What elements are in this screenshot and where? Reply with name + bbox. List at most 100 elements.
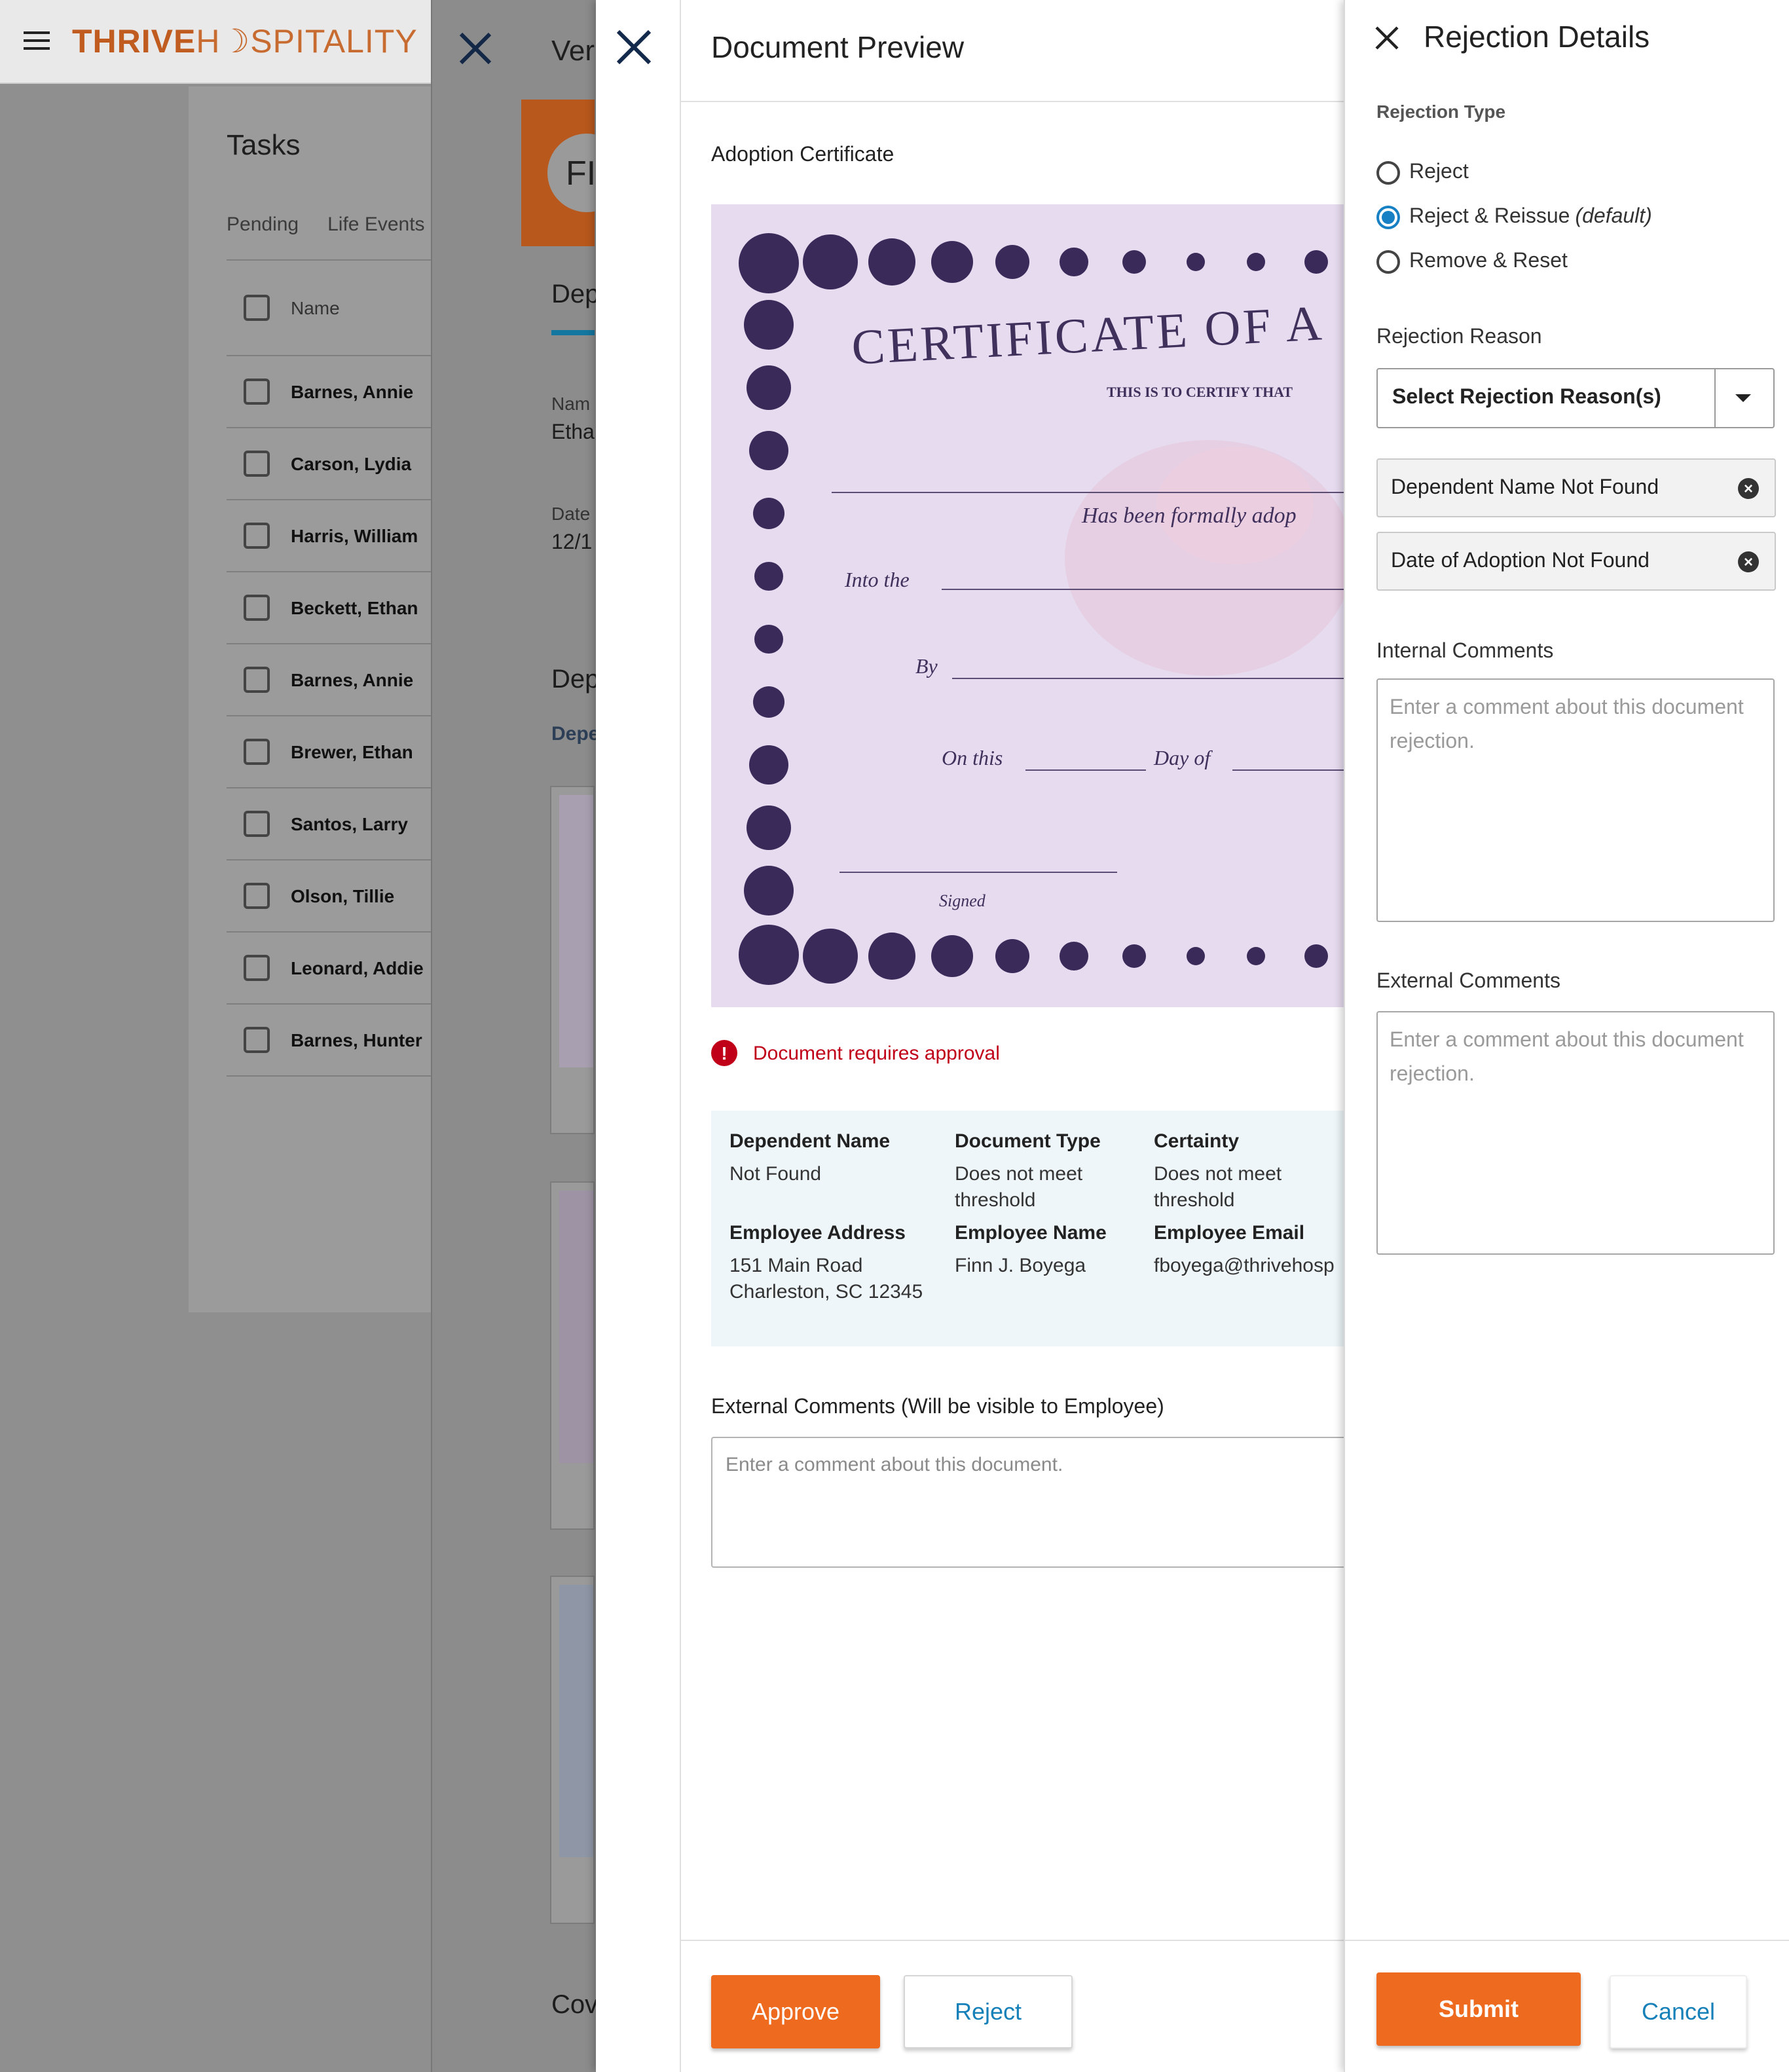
internal-comments-label: Internal Comments <box>1376 640 1554 663</box>
reason-chip: Date of Adoption Not Found × <box>1376 532 1776 591</box>
rejection-reason-select[interactable]: Select Rejection Reason(s) <box>1376 368 1775 428</box>
certificate-line: By <box>915 654 938 678</box>
brand-logo: THRIVEH☽SPITALITY <box>72 24 418 60</box>
table-row[interactable]: Barnes, Hunter <box>227 1003 431 1075</box>
table-row[interactable]: Santos, Larry <box>227 787 431 859</box>
radio-selected-icon <box>1376 206 1400 229</box>
radio-icon <box>1376 250 1400 274</box>
radio-reject[interactable]: Reject <box>1376 161 1469 185</box>
radio-label: Reject <box>1409 161 1469 183</box>
external-comments-input[interactable] <box>1376 1011 1775 1255</box>
external-comments-input[interactable] <box>711 1437 1366 1568</box>
column-name: Name <box>291 297 340 318</box>
table-row[interactable]: Beckett, Ethan <box>227 571 431 643</box>
row-checkbox[interactable] <box>244 523 270 549</box>
tab-pending[interactable]: Pending <box>227 213 299 236</box>
table-row[interactable]: Olson, Tillie <box>227 859 431 931</box>
reason-chip: Dependent Name Not Found × <box>1376 458 1776 517</box>
meta-employee-address: Employee Address 151 Main Road Charleston… <box>729 1222 923 1303</box>
row-checkbox[interactable] <box>244 595 270 621</box>
task-name: Carson, Lydia <box>291 453 412 474</box>
app-header: THRIVEH☽SPITALITY <box>0 0 431 84</box>
meta-employee-email: Employee Email fboyega@thrivehosp <box>1154 1222 1335 1277</box>
remove-chip-icon[interactable]: × <box>1738 478 1759 499</box>
row-checkbox[interactable] <box>244 883 270 909</box>
chip-label: Date of Adoption Not Found <box>1391 550 1650 572</box>
rejection-footer: Submit Cancel <box>1345 1940 1789 2072</box>
row-checkbox[interactable] <box>244 1027 270 1053</box>
table-row[interactable]: Leonard, Addie <box>227 931 431 1003</box>
divider <box>1714 369 1716 427</box>
task-list: Name Barnes, Annie Carson, Lydia Harris,… <box>227 259 431 1077</box>
radio-label: Remove & Reset <box>1409 250 1568 272</box>
table-row[interactable]: Harris, William <box>227 499 431 571</box>
row-checkbox[interactable] <box>244 451 270 477</box>
document-thumbnail[interactable] <box>550 1181 595 1530</box>
certificate-line: Signed <box>939 891 986 910</box>
radio-label: Reject & Reissue <box>1409 206 1570 228</box>
task-name: Leonard, Addie <box>291 957 424 978</box>
table-row[interactable]: Barnes, Annie <box>227 643 431 715</box>
close-icon[interactable] <box>458 31 492 65</box>
submit-button[interactable]: Submit <box>1376 1972 1581 2046</box>
tab-dependents[interactable]: Dep <box>551 280 599 310</box>
table-row[interactable]: Brewer, Ethan <box>227 715 431 787</box>
approval-message: Document requires approval <box>753 1042 1000 1064</box>
select-all-checkbox[interactable] <box>244 295 270 321</box>
panel-title: Rejection Details <box>1424 20 1650 54</box>
document-metadata: Dependent Name Not Found Document Type Doe… <box>711 1111 1353 1346</box>
row-checkbox[interactable] <box>244 739 270 765</box>
external-comments-label: External Comments (Will be visible to Em… <box>711 1396 1164 1418</box>
row-checkbox[interactable] <box>244 667 270 693</box>
divider <box>227 1075 431 1077</box>
radio-reject-reissue[interactable]: Reject & Reissue (default) <box>1376 206 1652 229</box>
rejection-reason-label: Rejection Reason <box>1376 326 1542 348</box>
document-thumbnail[interactable] <box>550 1576 595 1924</box>
meta-dependent-name: Dependent Name Not Found <box>729 1130 891 1185</box>
reject-button[interactable]: Reject <box>904 1975 1073 2048</box>
alert-icon: ! <box>711 1040 737 1066</box>
meta-employee-name: Employee Name Finn J. Boyega <box>955 1222 1107 1277</box>
task-name: Brewer, Ethan <box>291 741 413 762</box>
certificate-line: On this <box>942 746 1003 769</box>
preview-footer: Approve Reject <box>680 1940 1344 2072</box>
row-checkbox[interactable] <box>244 379 270 405</box>
close-icon[interactable] <box>1373 24 1401 52</box>
tasks-tabs: Pending Life Events <box>227 213 454 236</box>
preview-header: Document Preview <box>680 0 1344 102</box>
menu-icon[interactable] <box>24 31 50 52</box>
task-name: Barnes, Hunter <box>291 1029 422 1050</box>
verify-panel: Ver FI Dep Nam Etha Date 12/1 Dep Depe C… <box>431 0 626 2072</box>
divider <box>680 0 681 2072</box>
approve-button[interactable]: Approve <box>711 1975 880 2048</box>
task-name: Beckett, Ethan <box>291 597 418 618</box>
table-row[interactable]: Barnes, Annie <box>227 355 431 427</box>
remove-chip-icon[interactable]: × <box>1738 551 1759 572</box>
document-preview-panel: Document Preview Adoption Certificate CE… <box>596 0 1366 2072</box>
table-row[interactable]: Carson, Lydia <box>227 427 431 499</box>
subsection-heading: Depe <box>551 723 600 745</box>
certificate-line: Into the <box>844 568 910 591</box>
radio-icon <box>1376 161 1400 185</box>
row-checkbox[interactable] <box>244 811 270 837</box>
rejection-details-panel: Rejection Details Rejection Type Reject … <box>1344 0 1789 2072</box>
name-label: Nam <box>551 393 591 414</box>
chevron-down-icon[interactable] <box>1735 394 1751 402</box>
meta-document-type: Document Type Does not meet threshold <box>955 1130 1101 1212</box>
close-icon[interactable] <box>613 26 655 68</box>
radio-note: (default) <box>1575 206 1652 228</box>
verify-title: Ver <box>551 34 595 67</box>
rejection-type-label: Rejection Type <box>1376 101 1506 122</box>
certificate-line: Has been formally adop <box>1081 504 1297 528</box>
certificate-image: CERTIFICATE OF A THIS IS TO CERTIFY THAT… <box>711 204 1353 1007</box>
date-label: Date <box>551 503 591 524</box>
radio-remove-reset[interactable]: Remove & Reset <box>1376 250 1568 274</box>
row-checkbox[interactable] <box>244 955 270 981</box>
section-heading: Dep <box>551 665 600 694</box>
document-label: Adoption Certificate <box>711 144 894 166</box>
internal-comments-input[interactable] <box>1376 678 1775 922</box>
tab-life-events[interactable]: Life Events <box>327 213 424 236</box>
task-name: Santos, Larry <box>291 813 408 834</box>
cancel-button[interactable]: Cancel <box>1610 1975 1747 2048</box>
document-thumbnail[interactable] <box>550 786 595 1134</box>
